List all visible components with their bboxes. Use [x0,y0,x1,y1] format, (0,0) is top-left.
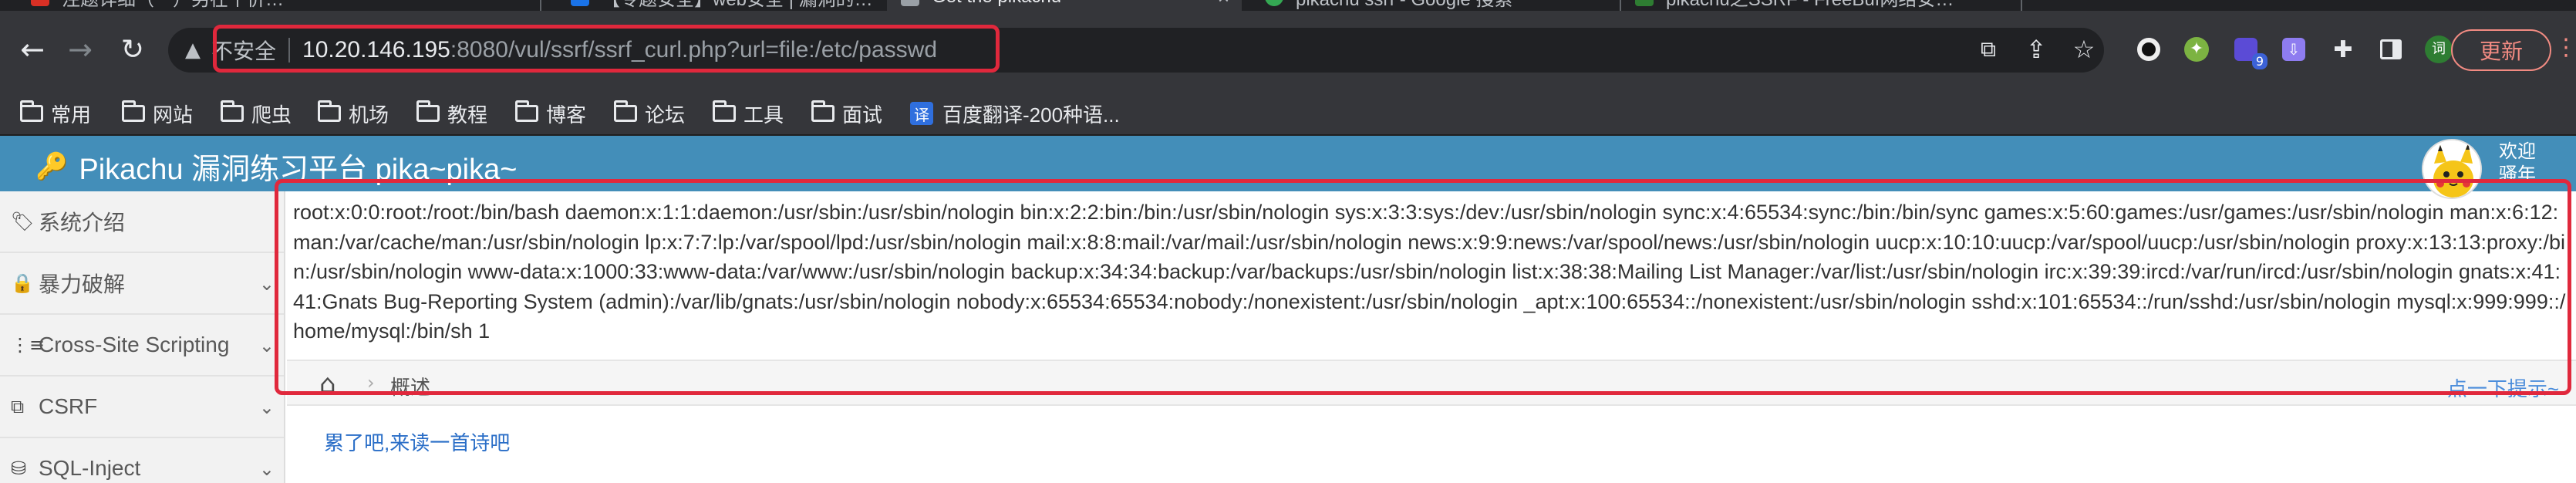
sidebar-item-label: SQL-Inject [39,456,141,480]
lock-icon: 🔒 [11,272,34,294]
tab-title: 【专题安全】web安全 | 漏洞的… [602,0,872,11]
folder-icon [416,100,440,122]
tab-2[interactable]: 【专题安全】web安全 | 漏洞的… [571,0,872,11]
tab-3-active[interactable]: Get the pikachu × [887,0,1242,11]
bookmark-folder[interactable]: 教程 [416,100,487,127]
url-path: :8080/vul/ssrf/ssrf_curl.php?url=file:/e… [450,37,938,62]
translate-icon[interactable]: ⧉ [1968,29,2008,69]
folder-icon [318,100,341,122]
tab-1[interactable]: 注题详细（一）另在个价… [31,0,494,11]
sidebar-item-label: CSRF [39,394,98,418]
menu-dots-icon[interactable]: ⋮ [2554,34,2576,61]
folder-icon [122,100,145,122]
key-icon: 🔑 [35,150,69,182]
back-icon[interactable]: ← [12,29,52,69]
sidebar: 🏷 系统介绍 🔒 暴力破解 ⌄ ⋮≡ Cross-Site Scripting … [0,191,285,483]
folder-icon [713,100,736,122]
chevron-down-icon: ⌄ [258,458,275,480]
extension-badge: 9 [2251,53,2267,69]
extension-black-circle-icon[interactable] [2132,32,2166,66]
tab-favicon-icon [1635,0,1654,6]
url-host: 10.20.146.195 [302,37,450,62]
site-brand[interactable]: 🔑 Pikachu 漏洞练习平台 pika~pika~ [35,145,517,187]
tab-favicon-icon [901,0,919,6]
tab-title: pikachu之SSRF - FreeBuf网络安… [1666,0,1954,11]
list-icon: ⋮≡ [11,334,46,356]
google-icon [1265,0,1283,6]
folder-icon [515,100,538,122]
bookmark-folder[interactable]: 常用 [20,100,91,127]
page-content: 🔑 Pikachu 漏洞练习平台 pika~pika~ 欢迎 骚年 🏷 系统介绍… [0,136,2576,483]
tab-title: 注题详细（一）另在个价… [62,0,284,11]
sidebar-item-label: 系统介绍 [39,211,126,235]
tab-title: pikachu ssrf - Google 搜索 [1296,0,1512,11]
sidebar-item-intro[interactable]: 🏷 系统介绍 [0,191,284,253]
close-tab-icon[interactable]: × [1218,0,1229,9]
poem-link[interactable]: 累了吧,来读一首诗吧 [324,427,510,456]
bookmarks-bar: 常用 网站 爬虫 机场 教程 博客 论坛 工具 面试 译百度翻译-200种语..… [0,91,2576,136]
security-label[interactable]: 不安全 [211,35,276,66]
database-icon: ⛁ [11,458,27,479]
sidebar-item-sql-inject[interactable]: ⛁ SQL-Inject ⌄ [0,438,284,483]
browser-toolbar: ← → ↻ ▲ 不安全 10.20.146.195:8080/vul/ssrf/… [0,11,2576,91]
baidu-translate-icon: 译 [910,102,933,125]
site-title: Pikachu 漏洞练习平台 pika~pika~ [79,154,518,186]
side-panel-icon[interactable] [2374,32,2408,66]
tab-title: Get the pikachu [932,0,1061,8]
tab-4[interactable]: pikachu ssrf - Google 搜索 [1265,0,1604,11]
update-button[interactable]: 更新 [2451,29,2551,71]
extension-download-icon[interactable]: ⇩ [2277,32,2311,66]
sidebar-item-xss[interactable]: ⋮≡ Cross-Site Scripting ⌄ [0,315,284,377]
tab-strip: 注题详细（一）另在个价… 【专题安全】web安全 | 漏洞的… Get the … [0,0,2576,11]
bookmark-folder[interactable]: 爬虫 [221,100,292,127]
sidebar-item-label: 暴力破解 [39,272,126,296]
site-header: 🔑 Pikachu 漏洞练习平台 pika~pika~ 欢迎 骚年 [0,136,2576,199]
chevron-down-icon: ⌄ [258,335,275,356]
user-area[interactable]: 欢迎 骚年 [2422,136,2576,199]
breadcrumb-current: 概述 [390,376,431,399]
sidebar-item-label: Cross-Site Scripting [39,333,230,356]
tab-favicon-icon [31,0,49,6]
breadcrumb-separator-icon: › [367,372,375,393]
sidebar-item-brute-force[interactable]: 🔒 暴力破解 ⌄ [0,253,284,315]
home-icon[interactable]: ⌂ [319,369,336,400]
tab-5[interactable]: pikachu之SSRF - FreeBuf网络安… [1635,0,1959,11]
tab-favicon-icon [571,0,589,6]
extension-green-icon[interactable]: ✦ [2180,32,2214,66]
extensions-puzzle-icon[interactable]: ✚ [2326,32,2360,66]
bookmark-folder[interactable]: 博客 [515,100,586,127]
share-icon[interactable]: ⇪ [2016,29,2056,69]
bookmark-folder[interactable]: 论坛 [614,100,685,127]
bookmark-folder[interactable]: 机场 [318,100,389,127]
hint-link[interactable]: 点一下提示~ [2447,373,2559,402]
ssrf-response-output: root:x:0:0:root:/root:/bin/bash daemon:x… [293,201,2566,343]
folder-icon [811,100,835,122]
bookmark-folder[interactable]: 面试 [811,100,882,127]
breadcrumb: ⌂ › 概述 点一下提示~ [287,360,2576,406]
sidebar-item-csrf[interactable]: ⧉ CSRF ⌄ [0,377,284,438]
bookmark-star-icon[interactable]: ☆ [2064,29,2104,69]
folder-icon [221,100,244,122]
bookmark-folder[interactable]: 工具 [713,100,784,127]
pikachu-avatar [2422,139,2482,199]
folder-icon [20,100,43,122]
forward-icon[interactable]: → [60,29,100,69]
bookmark-folder[interactable]: 网站 [122,100,193,127]
external-link-icon: ⧉ [11,396,25,417]
bookmark-baidu-translate[interactable]: 译百度翻译-200种语... [910,100,1120,127]
folder-icon [614,100,637,122]
tags-icon: 🏷 [11,211,35,232]
chevron-down-icon: ⌄ [258,397,275,418]
reload-icon[interactable]: ↻ [113,29,153,69]
chevron-down-icon: ⌄ [258,273,275,295]
extension-purple-icon[interactable]: 9 [2229,32,2267,69]
welcome-text: 欢迎 骚年 [2499,141,2536,185]
address-bar[interactable]: ▲ 不安全 10.20.146.195:8080/vul/ssrf/ssrf_c… [168,28,2104,73]
warning-icon[interactable]: ▲ [185,39,201,62]
